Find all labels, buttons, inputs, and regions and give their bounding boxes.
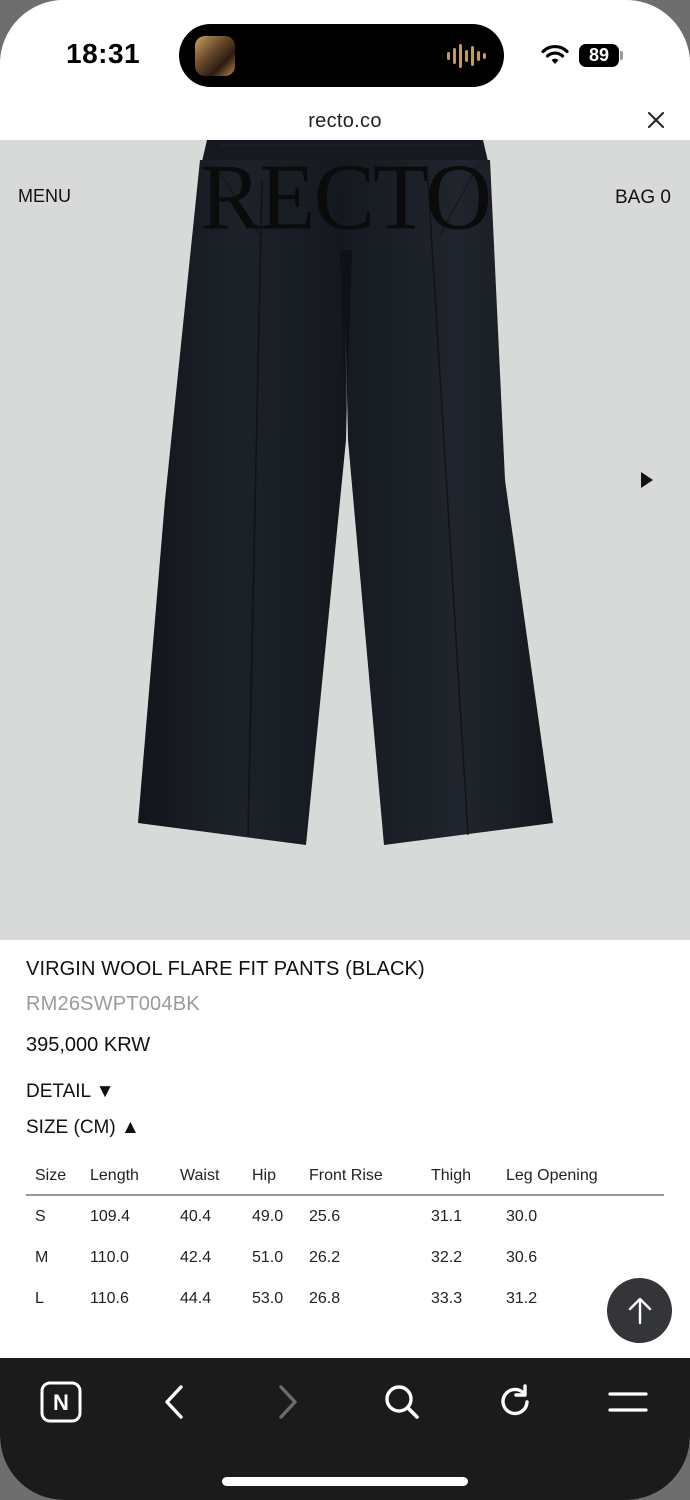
size-table-header: Size Length Waist Hip Front Rise Thigh L…	[26, 1156, 664, 1196]
url-text[interactable]: recto.co	[0, 110, 690, 133]
scroll-to-top-button[interactable]	[607, 1278, 672, 1343]
product-image-carousel[interactable]: RECTO MENU BAG 0	[0, 140, 690, 940]
phone-screen: 18:31 89 recto.co RECTO MENU BAG 0 VIRGI…	[0, 0, 690, 1500]
table-cell: S	[35, 1208, 46, 1225]
menu-button[interactable]: MENU	[18, 186, 71, 207]
address-bar[interactable]: recto.co	[0, 104, 690, 140]
size-toggle[interactable]: SIZE (CM) ▲	[26, 1117, 140, 1139]
menu-icon	[608, 1392, 648, 1412]
back-icon	[165, 1385, 183, 1419]
wifi-icon	[541, 44, 569, 64]
table-cell: 30.6	[506, 1249, 538, 1266]
search-icon	[385, 1385, 419, 1419]
table-cell: 31.2	[506, 1290, 538, 1307]
column-header: Thigh	[431, 1167, 472, 1184]
search-button[interactable]	[380, 1380, 424, 1424]
table-cell: 51.0	[252, 1249, 284, 1266]
table-row: M 110.0 42.4 51.0 26.2 32.2 30.6	[26, 1237, 664, 1278]
table-cell: 44.4	[180, 1290, 212, 1307]
product-title: VIRGIN WOOL FLARE FIT PANTS (BLACK)	[26, 958, 425, 980]
table-cell: 32.2	[431, 1249, 463, 1266]
naver-logo-letter: N	[53, 1390, 69, 1415]
carousel-next-arrow-icon[interactable]	[640, 472, 654, 488]
table-row: L 110.6 44.4 53.0 26.8 33.3 31.2	[26, 1278, 664, 1319]
table-cell: M	[35, 1249, 49, 1266]
column-header: Hip	[252, 1167, 277, 1184]
table-cell: 26.2	[309, 1249, 341, 1266]
column-header: Waist	[180, 1167, 220, 1184]
naver-home-button[interactable]: N	[39, 1380, 83, 1424]
detail-toggle[interactable]: DETAIL ▼	[26, 1081, 115, 1103]
table-cell: 49.0	[252, 1208, 284, 1225]
table-cell: 40.4	[180, 1208, 212, 1225]
home-indicator[interactable]	[222, 1477, 468, 1486]
menu-button-toolbar[interactable]	[606, 1380, 650, 1424]
status-time: 18:31	[66, 38, 141, 69]
bag-button[interactable]: BAG 0	[615, 187, 671, 209]
table-cell: 31.1	[431, 1208, 463, 1225]
reload-icon	[501, 1384, 529, 1416]
table-row: S 109.4 40.4 49.0 25.6 31.1 30.0	[26, 1196, 664, 1237]
back-button[interactable]	[152, 1380, 196, 1424]
status-bar: 18:31 89	[0, 0, 690, 104]
brand-logo[interactable]: RECTO	[0, 143, 690, 251]
arrow-up-icon	[628, 1297, 651, 1324]
battery-level: 89	[588, 45, 610, 65]
product-sku: RM26SWPT004BK	[26, 993, 200, 1015]
table-cell: 26.8	[309, 1290, 341, 1307]
size-table: Size Length Waist Hip Front Rise Thigh L…	[26, 1156, 664, 1319]
forward-button[interactable]	[266, 1380, 310, 1424]
battery-icon: 89	[579, 44, 623, 67]
product-price: 395,000 KRW	[26, 1034, 151, 1056]
forward-icon	[279, 1385, 297, 1419]
table-cell: 53.0	[252, 1290, 284, 1307]
table-cell: 109.4	[90, 1208, 131, 1225]
column-header: Front Rise	[309, 1167, 383, 1184]
table-cell: 42.4	[180, 1249, 212, 1266]
table-cell: 25.6	[309, 1208, 341, 1225]
table-cell: L	[35, 1290, 44, 1307]
column-header: Size	[35, 1167, 67, 1184]
close-icon[interactable]	[646, 110, 666, 130]
product-photo-pants	[138, 140, 553, 845]
now-playing-artwork	[195, 36, 235, 76]
column-header: Leg Opening	[506, 1167, 598, 1184]
reload-button[interactable]	[493, 1380, 537, 1424]
table-cell: 110.6	[90, 1290, 129, 1307]
table-cell: 110.0	[90, 1249, 129, 1266]
dynamic-island[interactable]	[179, 24, 504, 87]
naver-home-icon: N	[40, 1381, 82, 1423]
audio-wave-icon	[447, 42, 486, 70]
table-cell: 33.3	[431, 1290, 463, 1307]
column-header: Length	[90, 1167, 139, 1184]
table-cell: 30.0	[506, 1208, 538, 1225]
